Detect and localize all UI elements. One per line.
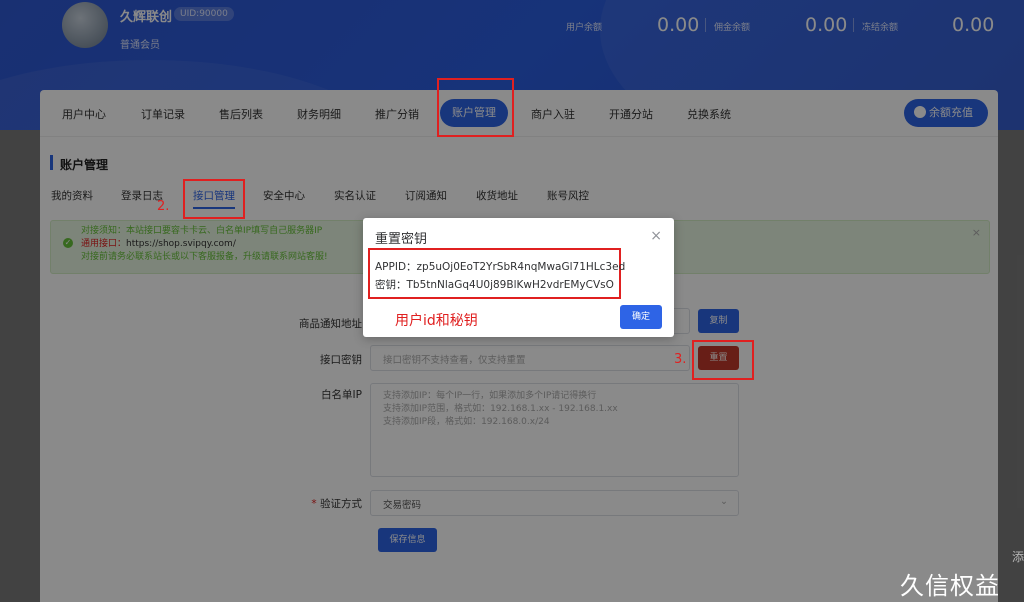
subtab-profile[interactable]: 我的资料 bbox=[51, 188, 93, 203]
copy-button[interactable]: 复制 bbox=[698, 309, 739, 333]
subtab-address[interactable]: 收货地址 bbox=[476, 188, 518, 203]
notice-line-1: 对接须知：本站接口要容卡卡云、白名单IP填写自己服务器IP bbox=[81, 226, 323, 236]
recharge-label: 余额充值 bbox=[929, 106, 973, 119]
annotation-note: 用户id和秘钥 bbox=[395, 313, 478, 329]
step-2-label: 2. bbox=[157, 199, 170, 214]
check-icon: ✓ bbox=[63, 238, 73, 248]
notice-api-label: 通用接口： bbox=[81, 239, 127, 249]
reset-key-dialog: 重置密钥 × APPID：zp5uOj0EoT2YrSbR4nqMwaGl71H… bbox=[363, 218, 674, 337]
member-level: 普通会员 bbox=[120, 40, 160, 51]
watermark-side: 添 bbox=[1012, 550, 1024, 564]
section-marker bbox=[50, 155, 53, 170]
api-key-input[interactable]: 接口密钥不支持查看，仅支持重置 bbox=[370, 345, 690, 371]
nav-user-center[interactable]: 用户中心 bbox=[62, 106, 106, 122]
notice-api-url: https://shop.svipqy.com/ bbox=[126, 239, 236, 249]
confirm-button[interactable]: 确定 bbox=[620, 305, 662, 329]
notify-url-label: 商品通知地址 bbox=[299, 318, 362, 330]
main-nav: 用户中心 订单记录 售后列表 财务明细 推广分销 账户管理 商户入驻 开通分站 … bbox=[40, 90, 998, 137]
appid-text: APPID：zp5uOj0EoT2YrSbR4nqMwaGl71HLc3ed bbox=[375, 261, 626, 273]
nav-promotion[interactable]: 推广分销 bbox=[375, 106, 419, 122]
uid-badge: UID:90000 bbox=[174, 7, 234, 21]
save-button[interactable]: 保存信息 bbox=[378, 528, 437, 552]
subtab-risk-control[interactable]: 账号风控 bbox=[547, 188, 589, 203]
user-balance-value: 0.00 bbox=[657, 14, 700, 36]
nav-orders[interactable]: 订单记录 bbox=[141, 106, 185, 122]
whitelist-hint-3: 支持添加IP段，格式如：192.168.0.x/24 bbox=[383, 417, 550, 427]
notice-line-3: 对接前请务必联系站长或以下客服报备，升级请联系网站客服! bbox=[81, 252, 328, 262]
subtab-verification[interactable]: 实名认证 bbox=[334, 188, 376, 203]
nav-after-sales[interactable]: 售后列表 bbox=[219, 106, 263, 122]
user-balance-label: 用户余额 bbox=[566, 23, 603, 33]
verify-method-value: 交易密码 bbox=[383, 500, 422, 511]
avatar[interactable] bbox=[62, 2, 108, 48]
secret-text: 密钥：Tb5tnNlaGq4U0j89BlKwH2vdrEMyCVsO bbox=[375, 279, 614, 291]
whitelist-hint-2: 支持添加IP范围，格式如：192.168.1.xx - 192.168.1.xx bbox=[383, 404, 618, 414]
annotation-box-account bbox=[437, 78, 514, 137]
nav-substation[interactable]: 开通分站 bbox=[609, 106, 653, 122]
whitelist-label: 白名单IP bbox=[321, 389, 362, 401]
whitelist-textarea[interactable]: 支持添加IP：每个IP一行，如果添加多个IP请记得换行 支持添加IP范围，格式如… bbox=[370, 383, 739, 477]
username: 久辉联创 bbox=[120, 10, 173, 25]
dialog-title: 重置密钥 bbox=[375, 232, 428, 247]
nav-merchant[interactable]: 商户入驻 bbox=[531, 106, 575, 122]
annotation-box-api-tab bbox=[183, 179, 245, 219]
balance-divider bbox=[705, 18, 706, 32]
verify-method-select[interactable]: 交易密码 ⌄ bbox=[370, 490, 739, 516]
notice-line-2: 通用接口：https://shop.svipqy.com/ bbox=[81, 238, 236, 251]
subtab-subscriptions[interactable]: 订阅通知 bbox=[405, 188, 447, 203]
step-3-label: 3. bbox=[674, 352, 687, 367]
nav-finance[interactable]: 财务明细 bbox=[297, 106, 341, 122]
wallet-icon bbox=[914, 106, 926, 118]
api-key-label: 接口密钥 bbox=[320, 354, 362, 366]
frozen-balance-label: 冻结余额 bbox=[862, 23, 899, 33]
verify-method-text: 验证方式 bbox=[320, 498, 362, 510]
recharge-button[interactable]: 余额充值 bbox=[904, 99, 988, 127]
required-mark: * bbox=[311, 498, 317, 510]
whitelist-hint-1: 支持添加IP：每个IP一行，如果添加多个IP请记得换行 bbox=[383, 391, 597, 401]
subtab-security[interactable]: 安全中心 bbox=[263, 188, 305, 203]
main-panel: 用户中心 订单记录 售后列表 财务明细 推广分销 账户管理 商户入驻 开通分站 … bbox=[40, 90, 998, 602]
commission-balance-value: 0.00 bbox=[805, 14, 848, 36]
close-icon[interactable]: × bbox=[972, 226, 981, 239]
annotation-box-reset bbox=[692, 340, 754, 380]
watermark: 久信权益 bbox=[900, 572, 1000, 600]
nav-exchange[interactable]: 兑换系统 bbox=[687, 106, 731, 122]
balance-divider bbox=[853, 18, 854, 32]
chevron-down-icon: ⌄ bbox=[720, 496, 728, 507]
commission-balance-label: 佣金余额 bbox=[714, 23, 751, 33]
frozen-balance-value: 0.00 bbox=[952, 14, 995, 36]
close-icon[interactable]: × bbox=[650, 228, 662, 244]
section-title: 账户管理 bbox=[60, 158, 109, 172]
verify-method-label: * 验证方式 bbox=[272, 496, 362, 511]
